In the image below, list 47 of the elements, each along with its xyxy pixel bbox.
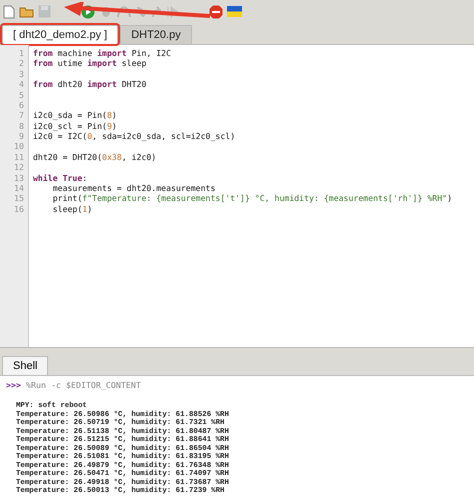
bug-icon [99, 6, 113, 18]
code-line: print(f"Temperature: {measurements['t']} °C, humidity: {measurements['rh']} %RH") [52, 193, 452, 204]
down-arrow-icon [135, 6, 147, 18]
up-arrow-icon [151, 6, 163, 18]
line-number: 5 [18, 90, 25, 100]
page-icon [3, 4, 15, 19]
line-number: 15 [13, 193, 25, 204]
shell-command: %Run -c $EDITOR_CONTENT [26, 380, 141, 390]
line-number: 3 [18, 68, 25, 80]
line-number: 1 [18, 48, 25, 58]
code-editor[interactable] [0, 44, 474, 348]
new-button[interactable] [3, 4, 15, 19]
code-line: from dht20 import DHT20 [33, 79, 148, 90]
line-number: 8 [18, 120, 25, 132]
code-line: from machine import Pin, I2C [33, 48, 172, 58]
flag-button[interactable] [227, 6, 242, 18]
stop-sign-icon [209, 4, 223, 19]
code-line: i2c0 = I2C(0, sda=i2c0_sda, scl=i2c0_scl) [33, 131, 236, 142]
editor-tab[interactable]: [ dht20_demo2.py ] [2, 24, 118, 44]
editor-tab[interactable]: DHT20.py [120, 24, 192, 44]
folder-icon [19, 6, 34, 18]
code-line: sleep(1) [52, 204, 94, 214]
shell-tab[interactable]: Shell [2, 356, 48, 376]
play-icon [81, 4, 95, 19]
line-number: 9 [18, 131, 25, 142]
line-number: 13 [13, 172, 25, 184]
code-line: while True: [33, 172, 88, 184]
code-line: i2c0_scl = Pin(9) [33, 120, 118, 132]
open-button[interactable] [19, 6, 34, 18]
line-number: 12 [13, 162, 25, 173]
shell-prompt: >>> [6, 380, 21, 390]
resume-icon [167, 6, 179, 18]
line-number: 10 [13, 141, 25, 152]
code-line: measurements = dht20.measurements [52, 183, 216, 194]
line-number: 4 [18, 79, 25, 90]
code-line: dht20 = DHT20(0x38, i2c0) [33, 152, 158, 162]
code-line: from utime import sleep [33, 58, 148, 69]
line-number: 7 [18, 110, 25, 121]
run-button[interactable] [81, 4, 95, 19]
line-number: 6 [18, 100, 25, 110]
line-number: 11 [13, 152, 25, 162]
code-line: i2c0_sda = Pin(8) [33, 110, 118, 121]
line-number: 14 [13, 183, 25, 194]
flag-icon [227, 6, 242, 18]
line-number: 16 [13, 204, 25, 214]
line-number: 2 [18, 58, 25, 69]
stop-button[interactable] [209, 4, 223, 19]
